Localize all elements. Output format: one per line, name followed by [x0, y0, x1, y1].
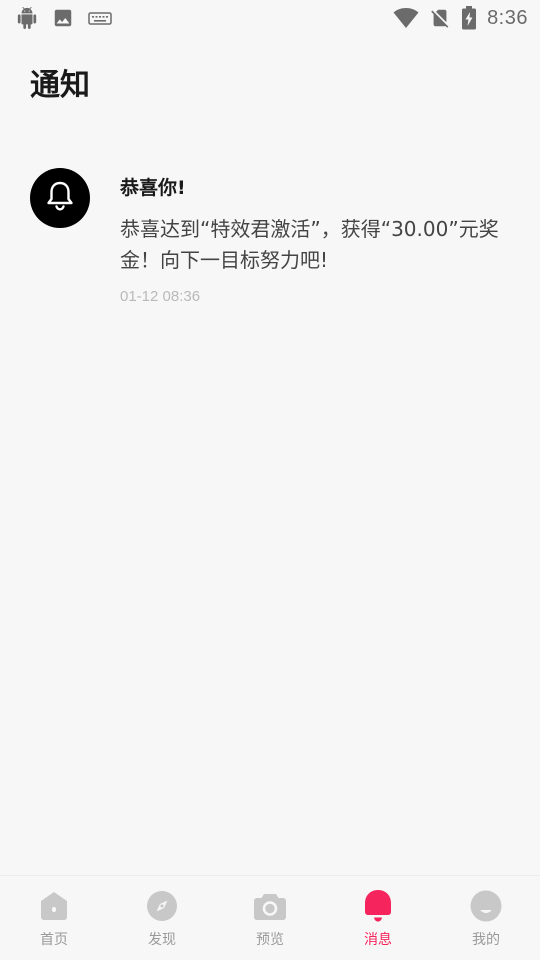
compass-icon	[145, 889, 179, 923]
image-icon	[52, 7, 74, 29]
nav-item-messages[interactable]: 消息	[324, 876, 432, 960]
status-bar: 8:36	[0, 0, 540, 36]
notification-body: 恭喜你! 恭喜达到“特效君激活”，获得“30.00”元奖金！向下一目标努力吧! …	[120, 168, 510, 305]
status-time: 8:36	[487, 6, 528, 29]
nav-item-discover[interactable]: 发现	[108, 876, 216, 960]
page-title: 通知	[30, 68, 90, 103]
nav-item-home[interactable]: 首页	[0, 876, 108, 960]
notification-item[interactable]: 恭喜你! 恭喜达到“特效君激活”，获得“30.00”元奖金！向下一目标努力吧! …	[30, 168, 510, 305]
wifi-icon	[393, 7, 419, 29]
notification-time: 01-12 08:36	[120, 288, 201, 305]
home-icon	[37, 889, 71, 923]
nav-label-messages: 消息	[364, 932, 392, 948]
notification-text: 恭喜达到“特效君激活”，获得“30.00”元奖金！向下一目标努力吧!	[120, 217, 499, 272]
nav-label-discover: 发现	[148, 932, 176, 948]
no-sim-icon	[429, 7, 451, 29]
profile-icon	[469, 889, 503, 923]
android-icon	[16, 7, 38, 29]
nav-item-preview[interactable]: 预览	[216, 876, 324, 960]
battery-charging-icon	[461, 6, 477, 30]
nav-item-profile[interactable]: 我的	[432, 876, 540, 960]
notification-avatar	[30, 168, 90, 228]
nav-label-home: 首页	[40, 932, 68, 948]
bottom-nav: 首页 发现 预览 消息 我的	[0, 875, 540, 960]
keyboard-icon	[88, 9, 112, 27]
camera-icon	[253, 889, 287, 923]
nav-label-profile: 我的	[472, 932, 500, 948]
bell-icon	[45, 180, 75, 216]
status-bar-left	[16, 7, 112, 29]
status-bar-right: 8:36	[393, 6, 528, 30]
bell-icon	[361, 889, 395, 923]
nav-label-preview: 预览	[256, 932, 284, 948]
notification-title: 恭喜你!	[120, 177, 186, 199]
